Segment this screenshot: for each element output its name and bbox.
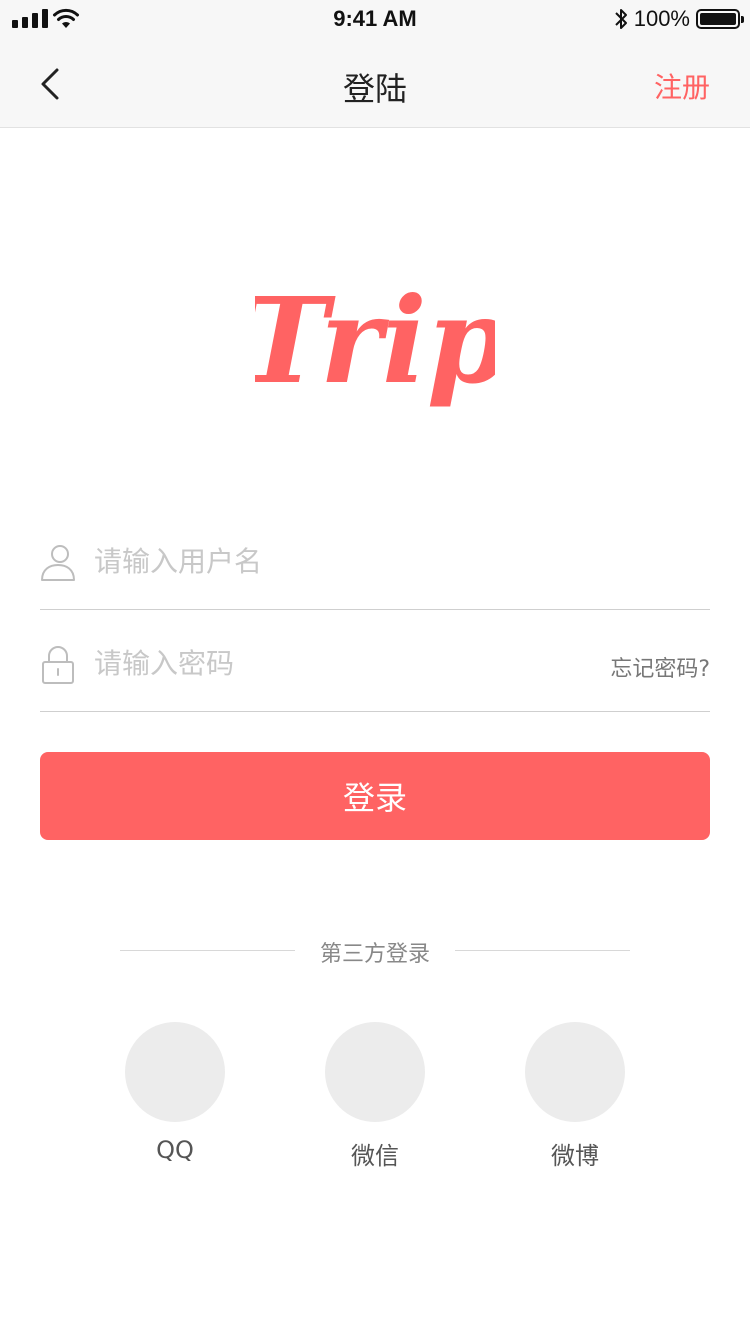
- password-input[interactable]: [94, 633, 574, 693]
- wechat-label: 微信: [351, 1142, 399, 1170]
- username-row: [40, 509, 710, 610]
- navigation-bar: 登陆 注册: [0, 40, 750, 128]
- divider-line-right: [455, 950, 630, 951]
- weibo-label: 微博: [551, 1142, 599, 1170]
- forgot-password-link[interactable]: 忘记密码?: [610, 651, 710, 683]
- third-party-label: 第三方登录: [319, 942, 430, 967]
- bluetooth-icon: [615, 9, 627, 29]
- wechat-login-button[interactable]: 微信: [325, 1022, 425, 1171]
- trip-logo: Trip: [0, 262, 750, 432]
- battery-icon: [696, 9, 744, 29]
- page-title: 登陆: [342, 70, 407, 108]
- qq-login-button[interactable]: QQ: [125, 1022, 225, 1164]
- battery-percentage: 100%: [633, 6, 690, 31]
- third-party-divider: 第三方登录: [120, 936, 630, 967]
- wechat-icon: [325, 1022, 425, 1122]
- weibo-login-button[interactable]: 微博: [525, 1022, 625, 1171]
- login-button[interactable]: 登录: [40, 752, 710, 840]
- username-input[interactable]: [94, 531, 574, 591]
- user-icon: [41, 545, 75, 581]
- trip-logo-image: Trip: [255, 271, 495, 410]
- status-bar: 9:41 AM 100%: [0, 0, 750, 40]
- status-right: 100%: [614, 6, 744, 32]
- qq-label: QQ: [156, 1136, 194, 1164]
- lock-icon: [42, 646, 74, 684]
- register-link[interactable]: 注册: [654, 66, 710, 106]
- weibo-icon: [525, 1022, 625, 1122]
- qq-icon: [125, 1022, 225, 1122]
- password-row: 忘记密码?: [40, 611, 710, 712]
- login-screen: 9:41 AM 100% 登陆 注册 Trip: [0, 0, 750, 1334]
- logo-text: Trip: [255, 271, 495, 410]
